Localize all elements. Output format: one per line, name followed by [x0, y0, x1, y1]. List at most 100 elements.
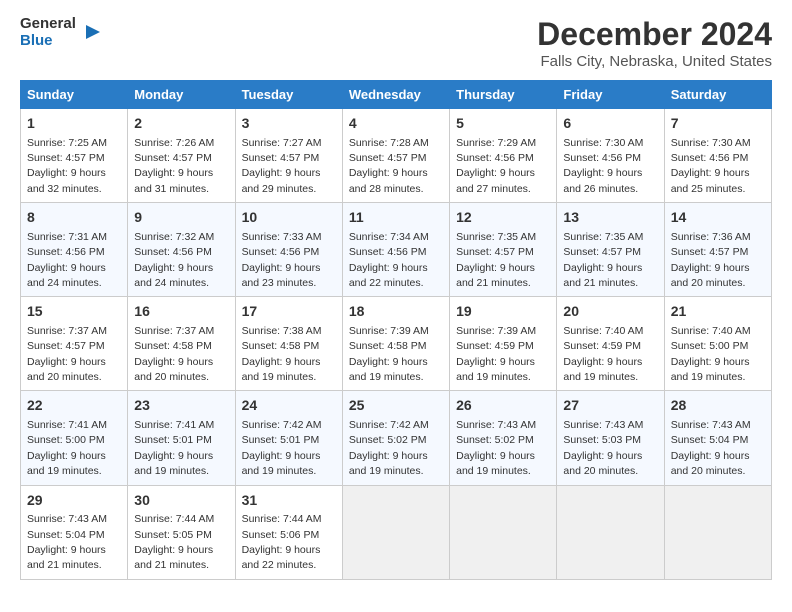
- day-number: 22: [27, 396, 121, 416]
- day-sunrise: Sunrise: 7:30 AMSunset: 4:56 PMDaylight:…: [671, 137, 751, 195]
- month-title: December 2024: [537, 16, 772, 53]
- day-sunrise: Sunrise: 7:35 AMSunset: 4:57 PMDaylight:…: [456, 231, 536, 289]
- day-sunrise: Sunrise: 7:39 AMSunset: 4:59 PMDaylight:…: [456, 325, 536, 383]
- day-number: 16: [134, 302, 228, 322]
- calendar-week-row: 8 Sunrise: 7:31 AMSunset: 4:56 PMDaylight…: [21, 203, 772, 297]
- day-sunrise: Sunrise: 7:25 AMSunset: 4:57 PMDaylight:…: [27, 137, 107, 195]
- day-number: 9: [134, 208, 228, 228]
- day-sunrise: Sunrise: 7:37 AMSunset: 4:57 PMDaylight:…: [27, 325, 107, 383]
- calendar-day-cell: 23 Sunrise: 7:41 AMSunset: 5:01 PMDayligh…: [128, 391, 235, 485]
- day-number: 3: [242, 114, 336, 134]
- calendar-day-cell: 13 Sunrise: 7:35 AMSunset: 4:57 PMDayligh…: [557, 203, 664, 297]
- title-area: December 2024 Falls City, Nebraska, Unit…: [537, 16, 772, 70]
- day-number: 6: [563, 114, 657, 134]
- header-saturday: Saturday: [664, 81, 771, 109]
- calendar-day-cell: 4 Sunrise: 7:28 AMSunset: 4:57 PMDaylight…: [342, 109, 449, 203]
- day-number: 18: [349, 302, 443, 322]
- calendar-day-cell: 2 Sunrise: 7:26 AMSunset: 4:57 PMDaylight…: [128, 109, 235, 203]
- day-number: 15: [27, 302, 121, 322]
- day-sunrise: Sunrise: 7:36 AMSunset: 4:57 PMDaylight:…: [671, 231, 751, 289]
- calendar-day-cell: [557, 485, 664, 579]
- logo-arrow-icon: [82, 21, 104, 43]
- day-number: 7: [671, 114, 765, 134]
- calendar-week-row: 22 Sunrise: 7:41 AMSunset: 5:00 PMDayligh…: [21, 391, 772, 485]
- calendar-day-cell: 31Sunrise: 7:44 AMSunset: 5:06 PMDayligh…: [235, 485, 342, 579]
- header-monday: Monday: [128, 81, 235, 109]
- header-tuesday: Tuesday: [235, 81, 342, 109]
- calendar-day-cell: 7 Sunrise: 7:30 AMSunset: 4:56 PMDaylight…: [664, 109, 771, 203]
- day-sunrise: Sunrise: 7:40 AMSunset: 4:59 PMDaylight:…: [563, 325, 643, 383]
- day-sunrise: Sunrise: 7:42 AMSunset: 5:01 PMDaylight:…: [242, 419, 322, 477]
- day-sunrise: Sunrise: 7:35 AMSunset: 4:57 PMDaylight:…: [563, 231, 643, 289]
- day-sunrise: Sunrise: 7:41 AMSunset: 5:01 PMDaylight:…: [134, 419, 214, 477]
- day-sunrise: Sunrise: 7:33 AMSunset: 4:56 PMDaylight:…: [242, 231, 322, 289]
- calendar-day-cell: 21 Sunrise: 7:40 AMSunset: 5:00 PMDayligh…: [664, 297, 771, 391]
- day-sunrise: Sunrise: 7:28 AMSunset: 4:57 PMDaylight:…: [349, 137, 429, 195]
- day-number: 30: [134, 491, 228, 511]
- calendar-header-row: Sunday Monday Tuesday Wednesday Thursday…: [21, 81, 772, 109]
- calendar-day-cell: 9 Sunrise: 7:32 AMSunset: 4:56 PMDaylight…: [128, 203, 235, 297]
- day-sunrise: Sunrise: 7:43 AMSunset: 5:04 PMDaylight:…: [671, 419, 751, 477]
- day-number: 21: [671, 302, 765, 322]
- day-number: 27: [563, 396, 657, 416]
- calendar-day-cell: 24 Sunrise: 7:42 AMSunset: 5:01 PMDayligh…: [235, 391, 342, 485]
- day-sunrise: Sunrise: 7:43 AMSunset: 5:04 PMDaylight:…: [27, 513, 107, 571]
- calendar-week-row: 29Sunrise: 7:43 AMSunset: 5:04 PMDayligh…: [21, 485, 772, 579]
- day-number: 2: [134, 114, 228, 134]
- day-number: 4: [349, 114, 443, 134]
- day-sunrise: Sunrise: 7:43 AMSunset: 5:03 PMDaylight:…: [563, 419, 643, 477]
- calendar-day-cell: 1 Sunrise: 7:25 AMSunset: 4:57 PMDaylight…: [21, 109, 128, 203]
- day-number: 23: [134, 396, 228, 416]
- day-sunrise: Sunrise: 7:32 AMSunset: 4:56 PMDaylight:…: [134, 231, 214, 289]
- day-number: 19: [456, 302, 550, 322]
- day-sunrise: Sunrise: 7:29 AMSunset: 4:56 PMDaylight:…: [456, 137, 536, 195]
- day-sunrise: Sunrise: 7:37 AMSunset: 4:58 PMDaylight:…: [134, 325, 214, 383]
- day-sunrise: Sunrise: 7:31 AMSunset: 4:56 PMDaylight:…: [27, 231, 107, 289]
- day-number: 28: [671, 396, 765, 416]
- calendar-day-cell: 17Sunrise: 7:38 AMSunset: 4:58 PMDayligh…: [235, 297, 342, 391]
- header-friday: Friday: [557, 81, 664, 109]
- calendar-day-cell: [342, 485, 449, 579]
- calendar-day-cell: 11 Sunrise: 7:34 AMSunset: 4:56 PMDayligh…: [342, 203, 449, 297]
- location-title: Falls City, Nebraska, United States: [537, 53, 772, 70]
- day-number: 13: [563, 208, 657, 228]
- day-sunrise: Sunrise: 7:44 AMSunset: 5:05 PMDaylight:…: [134, 513, 214, 571]
- logo: General Blue: [20, 16, 104, 49]
- day-sunrise: Sunrise: 7:40 AMSunset: 5:00 PMDaylight:…: [671, 325, 751, 383]
- header: General Blue December 2024 Falls City, N…: [20, 16, 772, 70]
- calendar-day-cell: 3 Sunrise: 7:27 AMSunset: 4:57 PMDaylight…: [235, 109, 342, 203]
- day-sunrise: Sunrise: 7:26 AMSunset: 4:57 PMDaylight:…: [134, 137, 214, 195]
- day-number: 8: [27, 208, 121, 228]
- day-sunrise: Sunrise: 7:34 AMSunset: 4:56 PMDaylight:…: [349, 231, 429, 289]
- calendar-day-cell: 20 Sunrise: 7:40 AMSunset: 4:59 PMDayligh…: [557, 297, 664, 391]
- day-number: 29: [27, 491, 121, 511]
- day-number: 25: [349, 396, 443, 416]
- day-sunrise: Sunrise: 7:41 AMSunset: 5:00 PMDaylight:…: [27, 419, 107, 477]
- day-number: 10: [242, 208, 336, 228]
- day-number: 31: [242, 491, 336, 511]
- calendar-day-cell: 16 Sunrise: 7:37 AMSunset: 4:58 PMDayligh…: [128, 297, 235, 391]
- day-number: 24: [242, 396, 336, 416]
- day-sunrise: Sunrise: 7:27 AMSunset: 4:57 PMDaylight:…: [242, 137, 322, 195]
- day-sunrise: Sunrise: 7:30 AMSunset: 4:56 PMDaylight:…: [563, 137, 643, 195]
- calendar-day-cell: 26 Sunrise: 7:43 AMSunset: 5:02 PMDayligh…: [450, 391, 557, 485]
- calendar-day-cell: 5 Sunrise: 7:29 AMSunset: 4:56 PMDaylight…: [450, 109, 557, 203]
- header-thursday: Thursday: [450, 81, 557, 109]
- calendar-day-cell: 14Sunrise: 7:36 AMSunset: 4:57 PMDayligh…: [664, 203, 771, 297]
- day-number: 11: [349, 208, 443, 228]
- logo-general: General: [20, 16, 76, 33]
- day-number: 12: [456, 208, 550, 228]
- day-sunrise: Sunrise: 7:39 AMSunset: 4:58 PMDaylight:…: [349, 325, 429, 383]
- day-number: 26: [456, 396, 550, 416]
- calendar-table: Sunday Monday Tuesday Wednesday Thursday…: [20, 80, 772, 580]
- logo-blue: Blue: [20, 33, 76, 50]
- calendar-day-cell: 15 Sunrise: 7:37 AMSunset: 4:57 PMDayligh…: [21, 297, 128, 391]
- day-number: 1: [27, 114, 121, 134]
- day-number: 5: [456, 114, 550, 134]
- calendar-day-cell: 25Sunrise: 7:42 AMSunset: 5:02 PMDayligh…: [342, 391, 449, 485]
- day-sunrise: Sunrise: 7:38 AMSunset: 4:58 PMDaylight:…: [242, 325, 322, 383]
- day-sunrise: Sunrise: 7:43 AMSunset: 5:02 PMDaylight:…: [456, 419, 536, 477]
- day-sunrise: Sunrise: 7:44 AMSunset: 5:06 PMDaylight:…: [242, 513, 322, 571]
- calendar-day-cell: 6 Sunrise: 7:30 AMSunset: 4:56 PMDaylight…: [557, 109, 664, 203]
- day-number: 20: [563, 302, 657, 322]
